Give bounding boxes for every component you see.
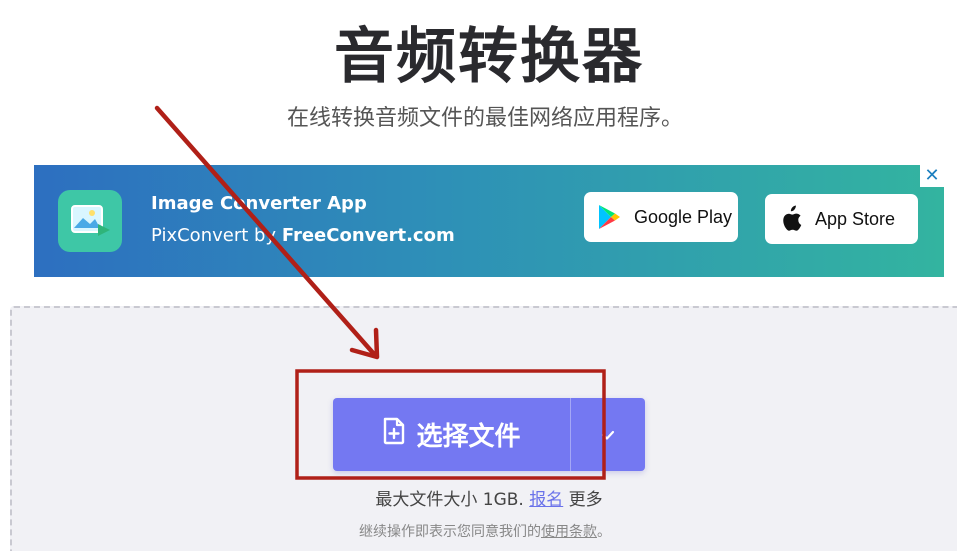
limit-prefix: 最大文件大小 1GB. bbox=[375, 490, 530, 510]
google-play-label: Google Play bbox=[634, 206, 733, 227]
ad-tagline: PixConvert by FreeConvert.com bbox=[151, 225, 455, 246]
app-store-button[interactable]: App Store bbox=[765, 194, 918, 244]
choose-file-label: 选择文件 bbox=[416, 422, 521, 452]
signup-link[interactable]: 报名 bbox=[529, 490, 563, 510]
terms-prefix: 继续操作即表示您同意我们的 bbox=[359, 524, 541, 540]
apple-icon bbox=[765, 194, 815, 244]
more-label: 更多 bbox=[563, 490, 603, 510]
chevron-down-icon[interactable] bbox=[571, 398, 645, 471]
page-title: 音频转换器 bbox=[334, 22, 644, 92]
terms-suffix: 。 bbox=[597, 524, 611, 540]
file-plus-icon bbox=[382, 417, 406, 452]
app-store-label: App Store bbox=[815, 208, 896, 229]
app-icon[interactable] bbox=[58, 190, 122, 252]
choose-file-button-group[interactable]: 选择文件 bbox=[333, 398, 645, 471]
file-size-limit: 最大文件大小 1GB. 报名 更多 bbox=[0, 485, 957, 510]
google-play-button[interactable]: Google Play bbox=[584, 192, 738, 242]
close-icon[interactable]: ✕ bbox=[920, 165, 944, 187]
ad-tagline-prefix: PixConvert by bbox=[151, 225, 282, 246]
page-subtitle: 在线转换音频文件的最佳网络应用程序。 bbox=[286, 106, 683, 131]
ad-tagline-brand: FreeConvert.com bbox=[281, 225, 455, 246]
ad-app-name: Image Converter App bbox=[151, 193, 367, 214]
google-play-icon bbox=[584, 192, 634, 242]
image-converter-app-icon bbox=[71, 205, 110, 236]
choose-file-button[interactable]: 选择文件 bbox=[333, 398, 570, 471]
terms-link[interactable]: 使用条款 bbox=[541, 524, 597, 540]
terms-notice: 继续操作即表示您同意我们的使用条款。 bbox=[0, 521, 957, 541]
